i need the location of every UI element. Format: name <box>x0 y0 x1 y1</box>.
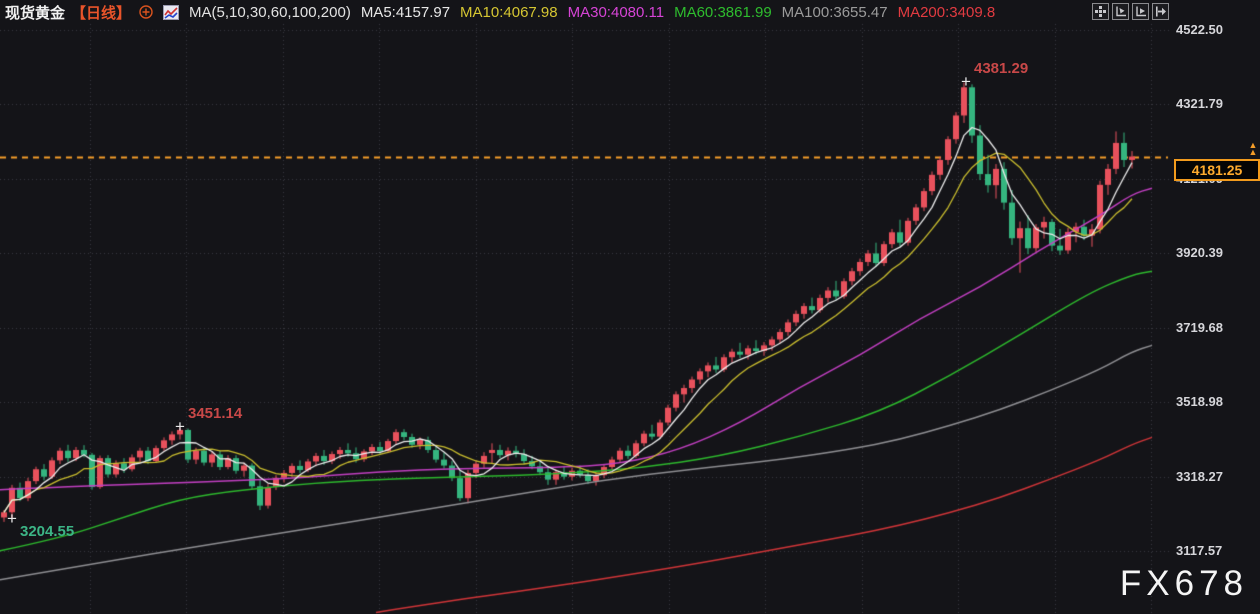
ma200-legend: MA200:3409.8 <box>898 4 996 21</box>
axis-tick-6: 3318.27 <box>1176 469 1223 484</box>
timeframe-label: 【日线】 <box>71 2 131 23</box>
last-price-badge: 4181.25 <box>1174 159 1260 181</box>
low-price-annotation: 3204.55 <box>20 523 74 540</box>
axis-tick-5: 3518.98 <box>1176 394 1223 409</box>
ma10-legend: MA10:4067.98 <box>460 4 558 21</box>
ma30-legend: MA30:4080.11 <box>568 4 664 21</box>
expand-icon[interactable] <box>139 5 153 19</box>
axis-tick-1: 4321.79 <box>1176 96 1223 111</box>
price-up-arrow-icon: ▲▲ <box>1246 142 1260 156</box>
zoom-out-icon[interactable] <box>1132 3 1149 20</box>
peak-price-annotation: 4381.29 <box>974 60 1028 77</box>
axis-tick-3: 3920.39 <box>1176 245 1223 260</box>
low-marker-icon: + <box>7 510 17 527</box>
ma-group-label: MA(5,10,30,60,100,200) <box>189 4 351 21</box>
zoom-in-icon[interactable] <box>1112 3 1129 20</box>
price-chart-canvas[interactable] <box>0 0 1260 614</box>
symbol-name: 现货黄金 <box>5 2 65 23</box>
ma5-legend: MA5:4157.97 <box>361 4 450 21</box>
indicator-chart-icon <box>163 5 179 20</box>
chart-toolbar <box>1092 3 1169 20</box>
axis-tick-4: 3719.68 <box>1176 320 1223 335</box>
chart-window: 现货黄金【日线】 MA(5,10,30,60,100,200) MA5:4157… <box>0 0 1260 614</box>
axis-tick-0: 4522.50 <box>1176 22 1223 37</box>
axis-tick-7: 3117.57 <box>1176 543 1222 558</box>
peak-marker-icon: + <box>961 73 971 90</box>
chart-legend: 现货黄金【日线】 MA(5,10,30,60,100,200) MA5:4157… <box>5 2 995 22</box>
swing-high-annotation: 3451.14 <box>188 405 242 422</box>
ma60-legend: MA60:3861.99 <box>674 4 772 21</box>
fx678-watermark: FX678 <box>1120 564 1248 604</box>
ma100-legend: MA100:3655.47 <box>782 4 888 21</box>
jump-to-latest-icon[interactable] <box>1152 3 1169 20</box>
high-marker-icon: + <box>175 418 185 435</box>
pan-icon[interactable] <box>1092 3 1109 20</box>
